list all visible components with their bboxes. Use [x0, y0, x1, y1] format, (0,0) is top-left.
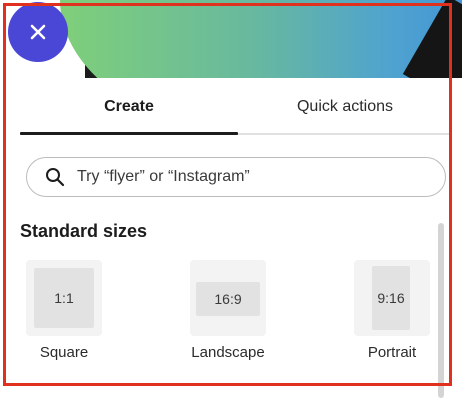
search-icon	[46, 168, 65, 187]
active-tab-indicator	[20, 132, 238, 135]
size-card: 9:16	[354, 260, 430, 336]
scrollbar-thumb[interactable]	[438, 223, 444, 398]
standard-sizes-heading: Standard sizes	[20, 221, 148, 241]
close-icon	[30, 24, 46, 40]
size-card: 1:1	[26, 260, 102, 336]
tab-create[interactable]: Create	[20, 78, 238, 136]
banner-artwork	[0, 0, 462, 78]
size-label: Square	[39, 344, 89, 361]
ratio-preview: 16:9	[196, 282, 260, 316]
size-label: Landscape	[191, 344, 265, 361]
ratio-preview: 1:1	[34, 268, 94, 328]
size-option-square[interactable]: 1:1 Square	[26, 260, 102, 361]
close-button[interactable]	[8, 2, 68, 62]
search-input[interactable]	[75, 167, 399, 187]
ratio-preview: 9:16	[372, 266, 410, 330]
search-field[interactable]	[26, 157, 446, 197]
tab-quick-actions[interactable]: Quick actions	[238, 78, 452, 136]
create-sheet: Create Quick actions Standard sizes 1:1 …	[0, 78, 462, 400]
size-card: 16:9	[190, 260, 266, 336]
size-option-portrait[interactable]: 9:16 Portrait	[354, 260, 430, 361]
tab-bar: Create Quick actions	[20, 78, 452, 136]
size-option-landscape[interactable]: 16:9 Landscape	[190, 260, 266, 361]
banner-gradient-swoosh	[60, 0, 462, 78]
